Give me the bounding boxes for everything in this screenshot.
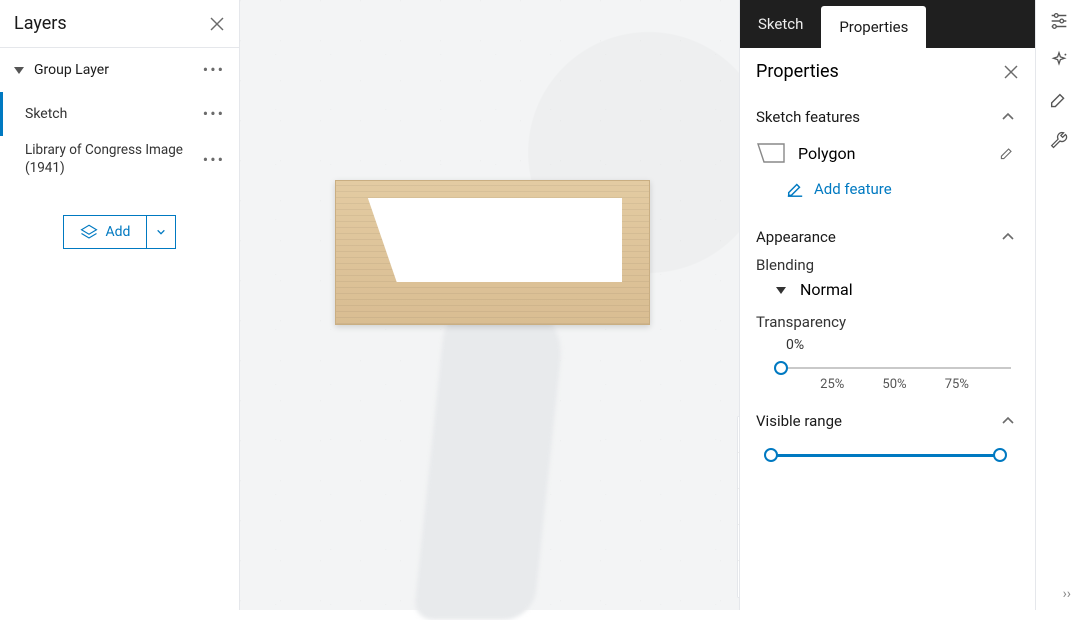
- feature-row-polygon[interactable]: Polygon: [756, 136, 1015, 170]
- sparkle-icon[interactable]: [1048, 50, 1070, 72]
- section-visible-range: Visible range: [740, 400, 1031, 461]
- add-layer-bar: Add: [0, 215, 239, 249]
- close-icon[interactable]: [1003, 64, 1019, 80]
- add-layer-button[interactable]: Add: [63, 215, 147, 249]
- transparency-value: 0%: [756, 337, 1015, 353]
- add-layer-dropdown-button[interactable]: [146, 215, 176, 249]
- slider-thumb-max[interactable]: [993, 448, 1007, 462]
- layers-icon: [80, 223, 98, 241]
- slider-track: [774, 367, 1011, 369]
- chevron-up-icon: [1001, 110, 1015, 124]
- section-appearance: Appearance Blending Normal Transparency …: [740, 216, 1031, 400]
- group-layer-more-button[interactable]: •••: [203, 62, 225, 78]
- properties-scroll-area[interactable]: Sketch features Polygon Add feature Appe…: [740, 96, 1035, 610]
- properties-title: Properties: [756, 61, 1003, 82]
- tab-properties[interactable]: Properties: [821, 6, 926, 48]
- section-heading: Sketch features: [756, 108, 1001, 126]
- layers-title: Layers: [14, 13, 209, 34]
- section-header-visible-range[interactable]: Visible range: [756, 412, 1015, 430]
- sketch-polygon-cutout[interactable]: [360, 198, 622, 282]
- layer-item-library-of-congress[interactable]: Library of Congress Image (1941) •••: [0, 136, 239, 183]
- section-header-sketch-features[interactable]: Sketch features: [756, 108, 1015, 126]
- layer-item-more-button[interactable]: •••: [203, 106, 225, 122]
- draw-icon: [786, 180, 804, 198]
- group-layer-row[interactable]: Group Layer •••: [0, 48, 239, 92]
- properties-panel: Sketch Properties Properties Sketch feat…: [739, 0, 1035, 610]
- pen-tool-icon[interactable]: [1048, 90, 1070, 112]
- sliders-icon[interactable]: [1048, 10, 1070, 32]
- layer-item-sketch[interactable]: Sketch •••: [0, 92, 239, 136]
- add-feature-button[interactable]: Add feature: [756, 170, 1015, 212]
- chevron-up-icon: [1001, 414, 1015, 428]
- section-heading: Appearance: [756, 228, 1001, 246]
- transparency-slider[interactable]: 25% 50% 75%: [756, 357, 1015, 396]
- wrench-icon[interactable]: [1048, 130, 1070, 152]
- chevron-up-icon: [1001, 230, 1015, 244]
- layer-item-more-button[interactable]: •••: [203, 152, 225, 168]
- side-tool-strip: ☝ ››: [1035, 0, 1081, 610]
- blending-value: Normal: [800, 280, 853, 299]
- properties-title-row: Properties: [740, 48, 1035, 96]
- collapse-chevrons-icon[interactable]: ››: [1063, 586, 1071, 602]
- tab-bar: Sketch Properties: [740, 0, 1035, 48]
- layers-header: Layers: [0, 0, 239, 48]
- tick-50: 50%: [882, 377, 906, 392]
- slider-thumb-min[interactable]: [764, 448, 778, 462]
- blending-label: Blending: [756, 256, 1015, 274]
- layers-panel: Layers Group Layer ••• Sketch ••• Librar…: [0, 0, 240, 610]
- tick-75: 75%: [945, 377, 969, 392]
- tick-25: 25%: [820, 377, 844, 392]
- tab-sketch[interactable]: Sketch: [740, 0, 821, 48]
- blending-dropdown[interactable]: Normal: [756, 280, 1015, 299]
- transparency-label: Transparency: [756, 313, 1015, 331]
- slider-track: [766, 454, 1005, 457]
- close-icon[interactable]: [209, 16, 225, 32]
- slider-thumb[interactable]: [774, 361, 788, 375]
- section-sketch-features: Sketch features Polygon Add feature: [740, 96, 1031, 216]
- section-heading: Visible range: [756, 412, 1001, 430]
- add-feature-label: Add feature: [814, 180, 892, 198]
- slider-ticklabels: 25% 50% 75%: [774, 369, 1011, 392]
- triangle-down-icon: [776, 285, 786, 295]
- pencil-icon[interactable]: [999, 145, 1015, 161]
- polygon-swatch-icon: [756, 142, 786, 164]
- chevron-down-icon: [156, 227, 166, 237]
- section-header-appearance[interactable]: Appearance: [756, 228, 1015, 246]
- layer-item-label: Library of Congress Image (1941): [25, 142, 197, 177]
- add-layer-label: Add: [106, 224, 131, 240]
- group-layer-label: Group Layer: [34, 62, 109, 78]
- layer-item-label: Sketch: [25, 105, 197, 123]
- triangle-down-icon: [14, 65, 24, 75]
- visible-range-slider[interactable]: [756, 440, 1015, 457]
- feature-type-label: Polygon: [798, 144, 855, 163]
